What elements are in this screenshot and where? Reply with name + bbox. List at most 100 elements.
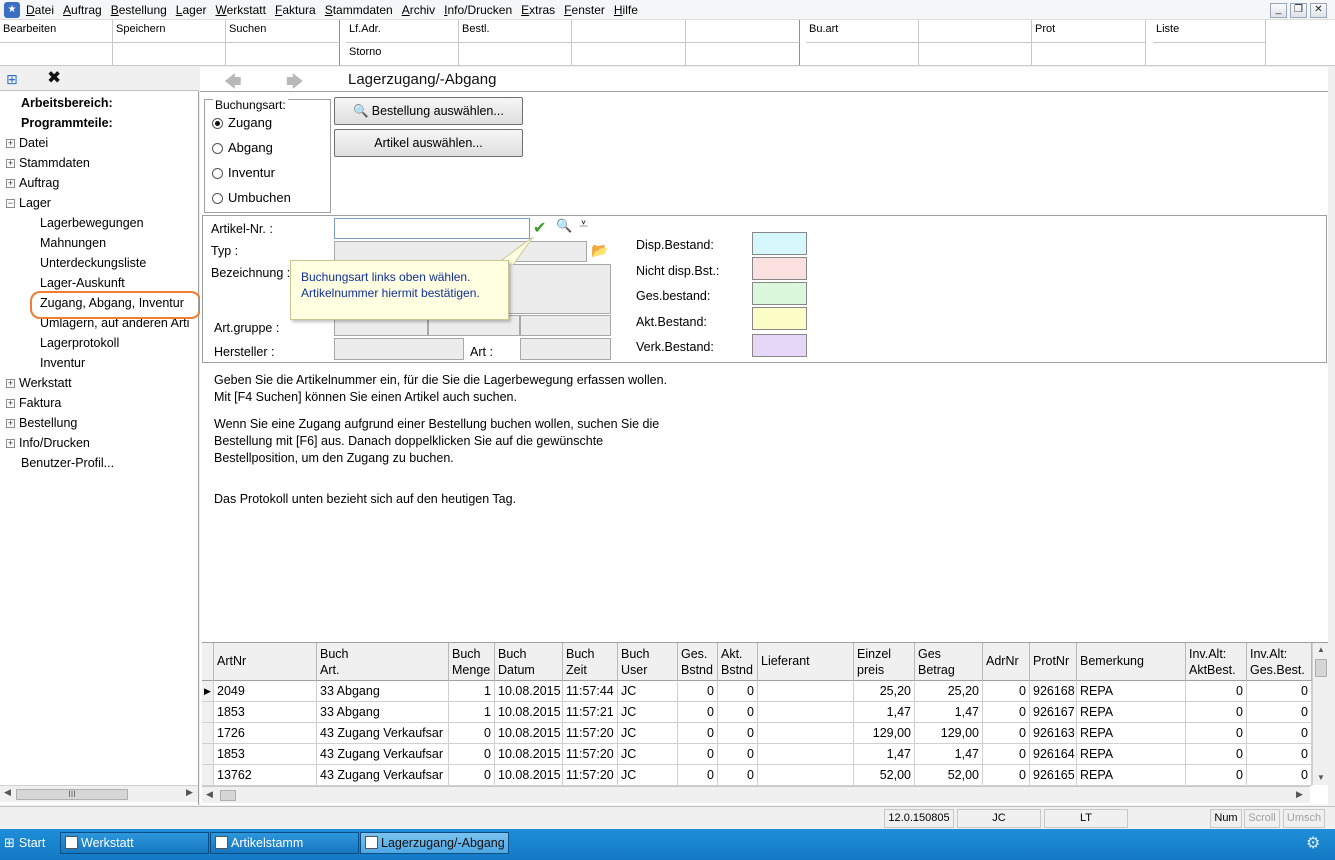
cell-ges-bstnd[interactable]: 0	[678, 702, 718, 723]
toolbar-empty-9[interactable]	[919, 20, 1032, 43]
expand-plus-icon[interactable]: +	[6, 179, 15, 189]
expand-plus-icon[interactable]: +	[6, 379, 15, 389]
cell-buch-datum[interactable]: 10.08.2015	[495, 702, 563, 723]
tree-workspace[interactable]: Arbeitsbereich:	[6, 93, 198, 113]
col-bemerkung[interactable]: Bemerkung	[1077, 643, 1186, 681]
cell-inv-alt-aktbest[interactable]: 0	[1186, 681, 1247, 702]
select-order-button[interactable]: 🔍 Bestellung auswählen...	[334, 97, 523, 125]
row-indicator[interactable]	[202, 765, 214, 786]
col-protnr[interactable]: ProtNr	[1030, 643, 1077, 681]
collapse-minus-icon[interactable]: −	[6, 199, 15, 209]
menu-hilfe[interactable]: Hilfe	[614, 0, 645, 20]
toolbar-empty-5[interactable]	[686, 20, 800, 43]
menu-auftrag[interactable]: Auftrag	[63, 0, 109, 20]
cell-buch-zeit[interactable]: 11:57:20	[563, 744, 618, 765]
menu-fenster[interactable]: Fenster	[564, 0, 612, 20]
cell-inv-alt-aktbest[interactable]: 0	[1186, 765, 1247, 786]
menu-stammdaten[interactable]: Stammdaten	[325, 0, 400, 20]
cell-ges-bstnd[interactable]: 0	[678, 744, 718, 765]
suchen-button[interactable]: Suchen	[226, 20, 340, 43]
radio-umbuchen[interactable]: Umbuchen	[212, 185, 330, 210]
cell-buch-zeit[interactable]: 11:57:44	[563, 681, 618, 702]
cell-einzelpreis[interactable]: 129,00	[854, 723, 915, 744]
table-row[interactable]: ▶ 2049 33 Abgang 1 10.08.2015 11:57:44 JC 0 0 25,…	[202, 681, 1312, 702]
typ-field[interactable]	[334, 241, 587, 262]
tree-item-lagerprotokoll[interactable]: Lagerprotokoll	[6, 333, 198, 353]
cell-lieferant[interactable]	[758, 723, 854, 744]
cell-buch-menge[interactable]: 1	[449, 702, 495, 723]
col-buch-art[interactable]: Buch Art.	[317, 643, 449, 681]
cell-bemerkung[interactable]: REPA	[1077, 681, 1186, 702]
cell-akt-bstnd[interactable]: 0	[718, 702, 758, 723]
cell-ges-bstnd[interactable]: 0	[678, 681, 718, 702]
table-vscroll-thumb[interactable]	[1315, 659, 1327, 677]
radio-inventur[interactable]: Inventur	[212, 160, 330, 185]
col-inv-alt-gesbest[interactable]: Inv.Alt: Ges.Best.	[1247, 643, 1312, 681]
bu-art-button[interactable]: Bu.art	[806, 20, 919, 43]
toolbar-empty-8[interactable]	[686, 43, 800, 66]
menu-info-drucken[interactable]: Info/Drucken	[444, 0, 519, 20]
cell-lieferant[interactable]	[758, 765, 854, 786]
confirm-check-icon[interactable]: ✔	[533, 218, 546, 238]
radio-unselected-icon[interactable]	[212, 168, 223, 180]
radio-zugang[interactable]: Zugang	[212, 110, 330, 135]
cell-buch-art[interactable]: 33 Abgang	[317, 702, 449, 723]
cell-buch-datum[interactable]: 10.08.2015	[495, 723, 563, 744]
scroll-left-icon[interactable]: ◀	[206, 789, 213, 800]
expand-plus-icon[interactable]: +	[6, 159, 15, 169]
toolbar-empty-1[interactable]	[0, 43, 113, 66]
cell-adrnr[interactable]: 0	[983, 702, 1030, 723]
toolbar-empty-12[interactable]	[1032, 43, 1146, 66]
cell-buch-menge[interactable]: 1	[449, 681, 495, 702]
tree-item-stammdaten[interactable]: + Stammdaten	[6, 153, 198, 173]
cell-lieferant[interactable]	[758, 744, 854, 765]
bearbeiten-button[interactable]: Bearbeiten	[0, 20, 113, 43]
scroll-right-icon[interactable]: ▶	[186, 787, 193, 798]
tree-horizontal-scrollbar[interactable]: ◀ III ▶	[0, 785, 198, 802]
cell-inv-alt-gesbest[interactable]: 0	[1247, 723, 1312, 744]
cell-buch-zeit[interactable]: 11:57:20	[563, 765, 618, 786]
cell-ges-bstnd[interactable]: 0	[678, 765, 718, 786]
cell-buch-user[interactable]: JC	[618, 744, 678, 765]
cell-inv-alt-gesbest[interactable]: 0	[1247, 702, 1312, 723]
cell-ges-betrag[interactable]: 1,47	[915, 744, 983, 765]
cell-buch-menge[interactable]: 0	[449, 744, 495, 765]
toolbar-empty-13[interactable]	[1153, 43, 1266, 66]
cell-artnr[interactable]: 13762	[214, 765, 317, 786]
cell-buch-datum[interactable]: 10.08.2015	[495, 744, 563, 765]
tree-item-unterdeckungsliste[interactable]: Unterdeckungsliste	[6, 253, 198, 273]
menu-datei[interactable]: Datei	[26, 0, 61, 20]
cell-buch-user[interactable]: JC	[618, 765, 678, 786]
cell-bemerkung[interactable]: REPA	[1077, 744, 1186, 765]
cell-buch-art[interactable]: 43 Zugang Verkaufsar	[317, 765, 449, 786]
menu-extras[interactable]: Extras	[521, 0, 562, 20]
tree-item-auftrag[interactable]: + Auftrag	[6, 173, 198, 193]
cell-inv-alt-gesbest[interactable]: 0	[1247, 765, 1312, 786]
table-hscroll-thumb[interactable]	[220, 790, 236, 801]
table-row[interactable]: 1853 43 Zugang Verkaufsar 0 10.08.2015 11:57…	[202, 744, 1312, 765]
table-row[interactable]: 13762 43 Zugang Verkaufsar 0 10.08.2015 11:5…	[202, 765, 1312, 786]
toolbar-empty-7[interactable]	[572, 43, 686, 66]
cell-buch-art[interactable]: 43 Zugang Verkaufsar	[317, 744, 449, 765]
tree-item-faktura[interactable]: + Faktura	[6, 393, 198, 413]
cell-adrnr[interactable]: 0	[983, 744, 1030, 765]
expand-plus-icon[interactable]: +	[6, 439, 15, 449]
tree-item-lager-auskunft[interactable]: Lager-Auskunft	[6, 273, 198, 293]
app-icon[interactable]: ★	[4, 2, 20, 18]
cell-einzelpreis[interactable]: 52,00	[854, 765, 915, 786]
cell-protnr[interactable]: 926163	[1030, 723, 1077, 744]
restore-icon[interactable]: ❐	[1290, 3, 1307, 18]
close-icon[interactable]: ✕	[1310, 3, 1327, 18]
row-indicator[interactable]	[202, 702, 214, 723]
cell-ges-betrag[interactable]: 25,20	[915, 681, 983, 702]
toolbar-empty-2[interactable]	[113, 43, 226, 66]
menu-bestellung[interactable]: Bestellung	[111, 0, 174, 20]
cell-buch-datum[interactable]: 10.08.2015	[495, 681, 563, 702]
cell-lieferant[interactable]	[758, 681, 854, 702]
tree-item-datei[interactable]: + Datei	[6, 133, 198, 153]
cell-akt-bstnd[interactable]: 0	[718, 744, 758, 765]
scroll-down-icon[interactable]: ▼	[1317, 773, 1325, 782]
tree-item-mahnungen[interactable]: Mahnungen	[6, 233, 198, 253]
expand-plus-icon[interactable]: +	[6, 139, 15, 149]
table-row[interactable]: 1853 33 Abgang 1 10.08.2015 11:57:21 JC 0 0 1,47…	[202, 702, 1312, 723]
